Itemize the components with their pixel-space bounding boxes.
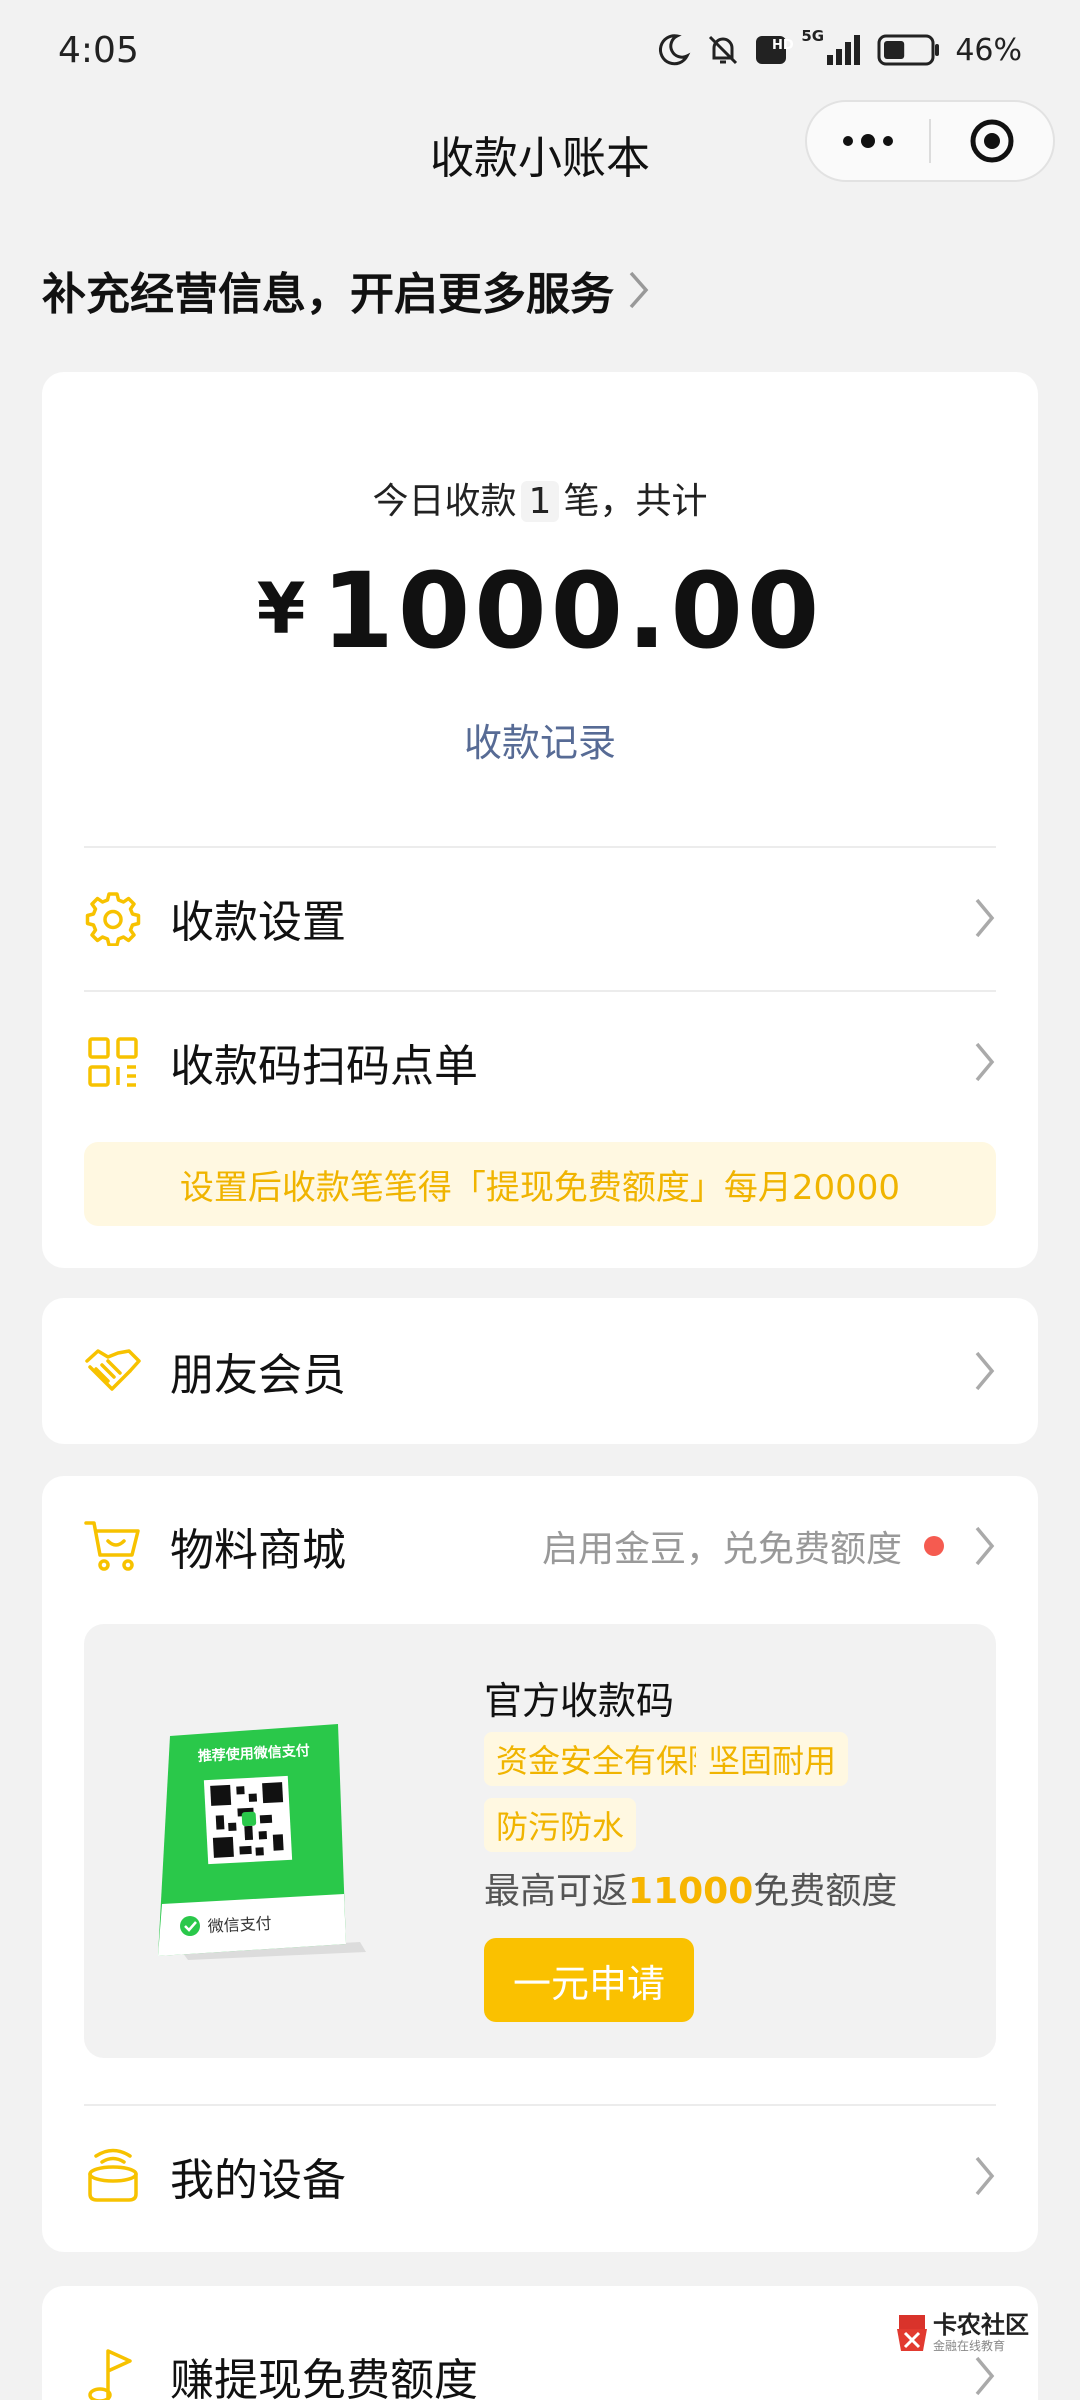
speaker-device-icon [84,2147,142,2205]
chevron-right-icon [975,898,995,938]
chevron-right-icon [975,1351,995,1391]
today-count-line: 今日收款 1 笔，共计 [42,472,1038,524]
target-close-icon [970,119,1014,163]
battery-percent: 46% [955,32,1022,68]
close-mini-program-button[interactable] [931,102,1053,180]
chevron-right-icon [975,1042,995,1082]
promo-strip[interactable]: 设置后收款笔笔得「提现免费额度」每月20000 [84,1142,996,1226]
earn-row[interactable]: 赚提现免费额度 [84,2306,996,2400]
member-card: 朋友会员 [42,1298,1038,1444]
business-info-banner[interactable]: 补充经营信息，开启更多服务 [42,258,650,322]
apply-button[interactable]: 一元申请 [484,1938,694,2022]
tag-waterproof: 防污防水 [484,1798,637,1852]
mall-row[interactable]: 物料商城 启用金豆，兑免费额度 [84,1476,996,1616]
banner-text: 补充经营信息，开启更多服务 [42,269,614,320]
network-type-label: 5G [801,27,825,45]
total-amount: ¥1000.00 [42,550,1038,672]
cellular-signal: 5G [801,27,863,67]
member-label: 朋友会员 [170,1350,346,1401]
more-button[interactable] [807,102,929,180]
member-row[interactable]: 朋友会员 [84,1301,996,1441]
hd-label: HD [772,38,794,53]
chevron-right-icon [975,2356,995,2396]
count-suffix: 笔，共计 [563,481,708,522]
chevron-right-icon [975,2156,995,2196]
earn-card: 赚提现免费额度 [42,2286,1038,2400]
shopping-cart-icon [84,1517,142,1575]
return-suffix: 免费额度 [753,1871,898,1912]
qr-order-label: 收款码扫码点单 [170,1041,478,1092]
status-time: 4:05 [58,29,139,71]
chevron-right-icon [629,271,649,309]
tag-security: 资金安全有保障 [484,1732,733,1786]
mall-label: 物料商城 [170,1525,346,1576]
mini-program-capsule [805,100,1055,182]
return-text: 最高可返11000免费额度 [484,1862,897,1914]
qr-order-row[interactable]: 收款码扫码点单 [84,992,996,1132]
device-label: 我的设备 [170,2155,346,2206]
qr-stand-image: 推荐使用微信支付 微信支付 [158,1724,366,1960]
mall-hint: 启用金豆，兑免费额度 [541,1529,902,1570]
summary-card: 今日收款 1 笔，共计 ¥1000.00 收款记录 收款设置 收款码扫码点单 设… [42,372,1038,1268]
status-bar: 4:05 HD 5G 46% [0,0,1080,100]
watermark-sub-text: 金融在线教育 [933,2339,1006,2353]
stand-brand-text: 微信支付 [207,1914,272,1936]
chevron-right-icon [975,1526,995,1566]
product-title: 官方收款码 [484,1679,675,1723]
status-icons: HD 5G 46% [655,27,1022,68]
nav-bar: 收款小账本 [0,100,1080,200]
battery-icon [877,34,940,66]
community-watermark: 卡农社区 金融在线教育 [895,2312,1029,2354]
return-prefix: 最高可返 [484,1871,629,1912]
mall-card: 物料商城 启用金豆，兑免费额度 推荐使用微信支付 微信支付 官方收款码 资金安全… [42,1476,1038,2252]
handshake-icon [84,1342,142,1400]
watermark-main-text: 卡农社区 [933,2311,1029,2339]
records-link[interactable]: 收款记录 [42,712,1038,767]
amount-value: 1000.00 [321,550,824,672]
watermark-logo-icon [897,2315,927,2351]
flag-icon [84,2347,142,2400]
settings-label: 收款设置 [170,897,346,948]
moon-icon [659,34,691,66]
tag-durable: 坚固耐用 [696,1732,849,1786]
notification-dot [924,1536,944,1556]
earn-label: 赚提现免费额度 [170,2355,478,2400]
count-number: 1 [520,481,560,522]
bell-muted-icon [709,35,738,65]
settings-row[interactable]: 收款设置 [84,848,996,988]
return-amount: 11000 [628,1871,754,1912]
product-card[interactable]: 推荐使用微信支付 微信支付 官方收款码 资金安全有保障 坚固耐用 防污防水 最高… [84,1624,996,2058]
gear-icon [84,889,142,947]
qr-code-icon [84,1033,142,1091]
more-dots-icon [843,134,893,148]
device-row[interactable]: 我的设备 [84,2106,996,2246]
currency-symbol: ¥ [256,568,310,650]
count-prefix: 今日收款 [372,481,517,522]
